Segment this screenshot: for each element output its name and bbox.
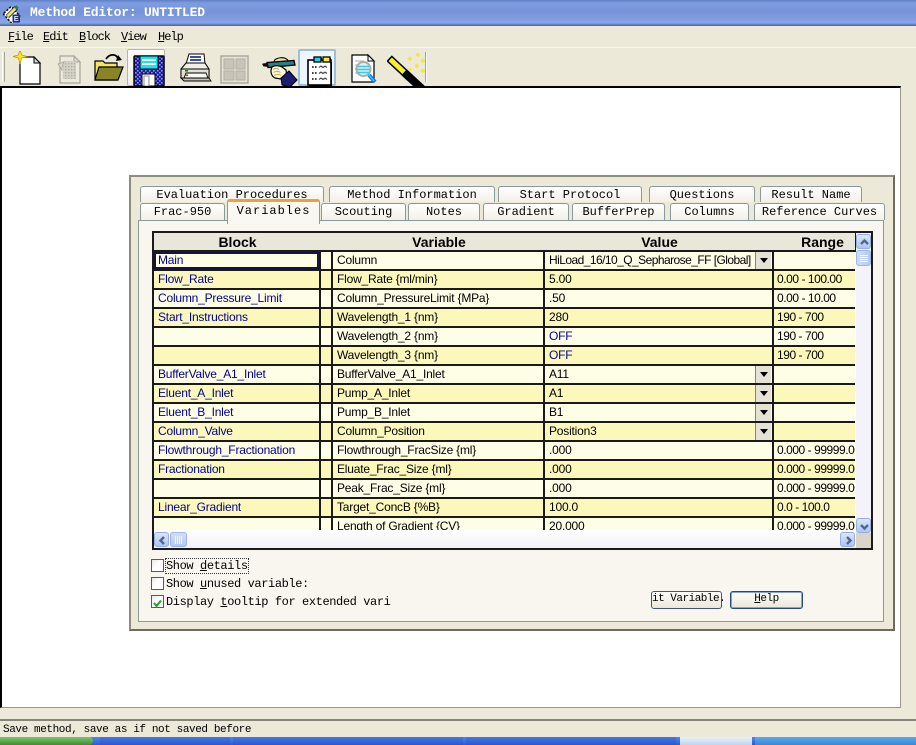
svg-text:E: E [14,14,19,23]
